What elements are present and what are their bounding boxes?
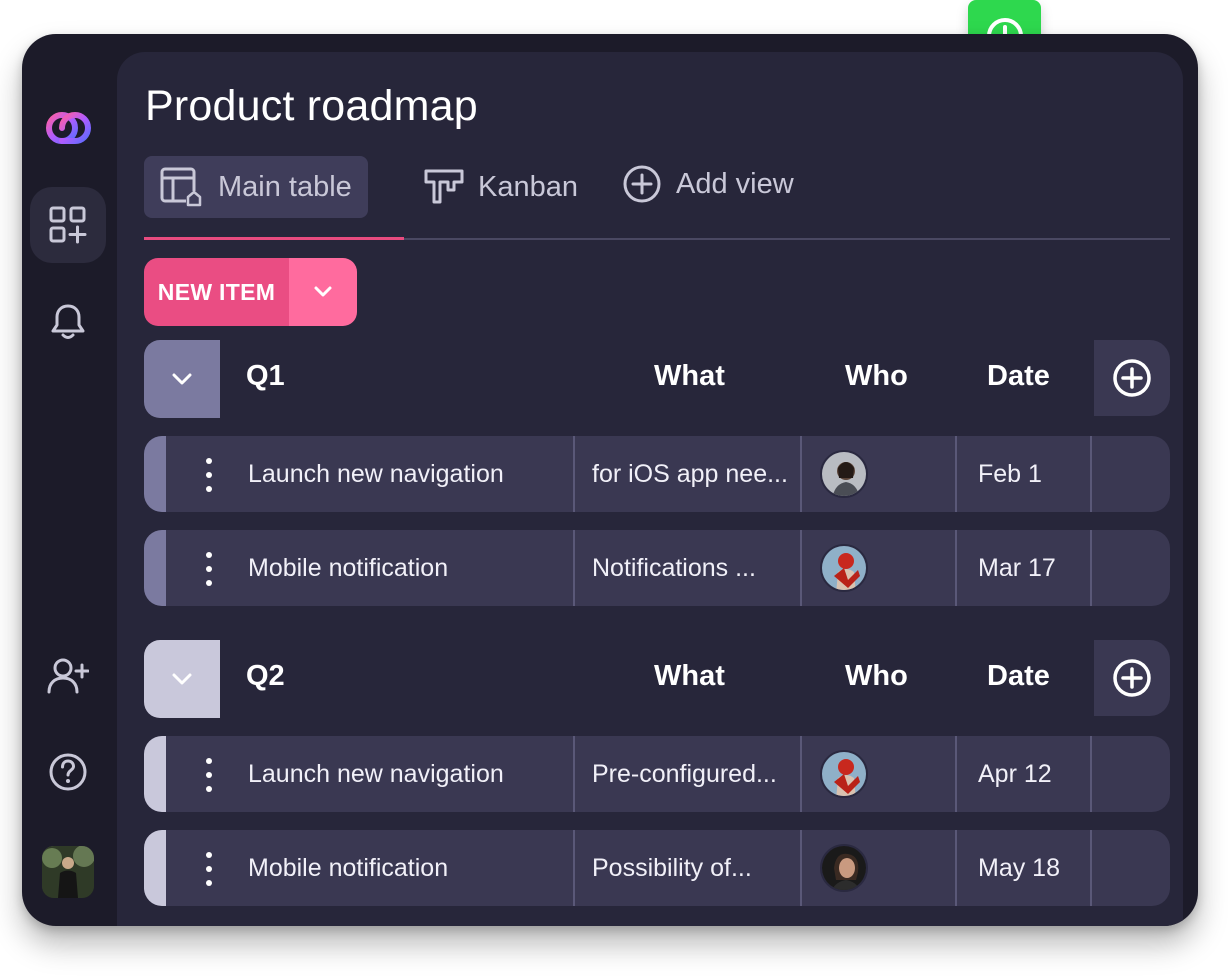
cell-divider xyxy=(1090,530,1092,606)
new-item-split-button: NEW ITEM xyxy=(144,258,357,326)
row-color-marker xyxy=(144,830,166,906)
group-title: Q1 xyxy=(246,360,285,392)
table-row[interactable]: Mobile notification Possibility of... Ma… xyxy=(144,830,1170,906)
help-button[interactable] xyxy=(30,734,106,810)
tab-main-table[interactable]: Main table xyxy=(144,156,368,218)
add-widget-button[interactable] xyxy=(30,187,106,263)
cell-divider xyxy=(1090,830,1092,906)
group-collapse-button[interactable] xyxy=(144,640,220,718)
cell-divider xyxy=(573,736,575,812)
cell-divider xyxy=(955,436,957,512)
item-what[interactable]: Pre-configured... xyxy=(592,736,792,812)
cell-divider xyxy=(573,436,575,512)
cell-divider xyxy=(800,530,802,606)
column-header-what[interactable]: What xyxy=(654,660,725,693)
item-name[interactable]: Launch new navigation xyxy=(248,436,568,512)
row-menu-icon[interactable] xyxy=(199,852,219,886)
avatar[interactable] xyxy=(820,450,868,498)
table-home-icon xyxy=(160,166,204,208)
avatar[interactable] xyxy=(820,844,868,892)
bell-icon xyxy=(51,304,85,339)
column-header-who[interactable]: Who xyxy=(845,660,908,693)
sidebar xyxy=(22,34,117,926)
cell-divider xyxy=(800,736,802,812)
page-title: Product roadmap xyxy=(145,82,478,130)
tab-add-view-label: Add view xyxy=(676,167,794,200)
new-item-button[interactable]: NEW ITEM xyxy=(144,258,289,326)
item-what[interactable]: Notifications ... xyxy=(592,530,792,606)
item-what[interactable]: Possibility of... xyxy=(592,830,792,906)
app-logo[interactable] xyxy=(44,108,92,156)
tab-kanban[interactable]: Kanban xyxy=(424,156,578,218)
add-circle-icon xyxy=(1113,659,1151,697)
cell-divider xyxy=(955,736,957,812)
item-what[interactable]: for iOS app nee... xyxy=(592,436,792,512)
main-panel: Product roadmap Main table Kanban Add vi… xyxy=(117,52,1183,926)
item-date[interactable]: Apr 12 xyxy=(978,736,1078,812)
item-date[interactable]: Feb 1 xyxy=(978,436,1078,512)
avatar[interactable] xyxy=(820,750,868,798)
row-color-marker xyxy=(144,530,166,606)
column-header-what[interactable]: What xyxy=(654,360,725,393)
notifications-button[interactable] xyxy=(30,284,106,360)
add-column-button[interactable] xyxy=(1094,640,1170,716)
tab-add-view[interactable]: Add view xyxy=(622,153,794,215)
app-window: Product roadmap Main table Kanban Add vi… xyxy=(22,34,1198,926)
avatar[interactable] xyxy=(820,544,868,592)
row-menu-icon[interactable] xyxy=(199,458,219,492)
item-name[interactable]: Mobile notification xyxy=(248,830,568,906)
table-row[interactable]: Launch new navigation for iOS app nee...… xyxy=(144,436,1170,512)
new-item-dropdown[interactable] xyxy=(289,258,357,326)
group-header-q1: Q1 What Who Date xyxy=(144,340,1170,418)
item-name[interactable]: Mobile notification xyxy=(248,530,568,606)
chevron-down-icon xyxy=(172,373,192,385)
group-header-q2: Q2 What Who Date xyxy=(144,640,1170,718)
add-user-icon xyxy=(47,658,89,694)
cell-divider xyxy=(573,830,575,906)
kanban-icon xyxy=(424,168,464,206)
cell-divider xyxy=(573,530,575,606)
chevron-down-icon xyxy=(314,286,332,297)
column-header-who[interactable]: Who xyxy=(845,360,908,393)
tab-kanban-label: Kanban xyxy=(478,170,578,203)
row-menu-icon[interactable] xyxy=(199,758,219,792)
row-color-marker xyxy=(144,436,166,512)
column-header-date[interactable]: Date xyxy=(987,360,1050,393)
add-circle-icon xyxy=(622,164,662,204)
cell-divider xyxy=(1090,436,1092,512)
row-menu-icon[interactable] xyxy=(199,552,219,586)
help-icon xyxy=(49,753,87,791)
view-tabs: Main table Kanban Add view xyxy=(144,156,1174,218)
active-tab-indicator xyxy=(144,237,404,240)
invite-user-button[interactable] xyxy=(30,638,106,714)
add-circle-icon xyxy=(1113,359,1151,397)
group-collapse-button[interactable] xyxy=(144,340,220,418)
item-date[interactable]: Mar 17 xyxy=(978,530,1078,606)
cell-divider xyxy=(800,436,802,512)
table-row[interactable]: Launch new navigation Pre-configured... … xyxy=(144,736,1170,812)
cell-divider xyxy=(1090,736,1092,812)
add-column-button[interactable] xyxy=(1094,340,1170,416)
chevron-down-icon xyxy=(172,673,192,685)
item-date[interactable]: May 18 xyxy=(978,830,1078,906)
item-name[interactable]: Launch new navigation xyxy=(248,736,568,812)
add-widget-icon xyxy=(49,206,87,244)
cell-divider xyxy=(800,830,802,906)
table-row[interactable]: Mobile notification Notifications ... Ma… xyxy=(144,530,1170,606)
cell-divider xyxy=(955,530,957,606)
user-avatar[interactable] xyxy=(42,846,94,898)
row-color-marker xyxy=(144,736,166,812)
column-header-date[interactable]: Date xyxy=(987,660,1050,693)
tab-main-table-label: Main table xyxy=(218,170,352,203)
cell-divider xyxy=(955,830,957,906)
group-title: Q2 xyxy=(246,660,285,692)
